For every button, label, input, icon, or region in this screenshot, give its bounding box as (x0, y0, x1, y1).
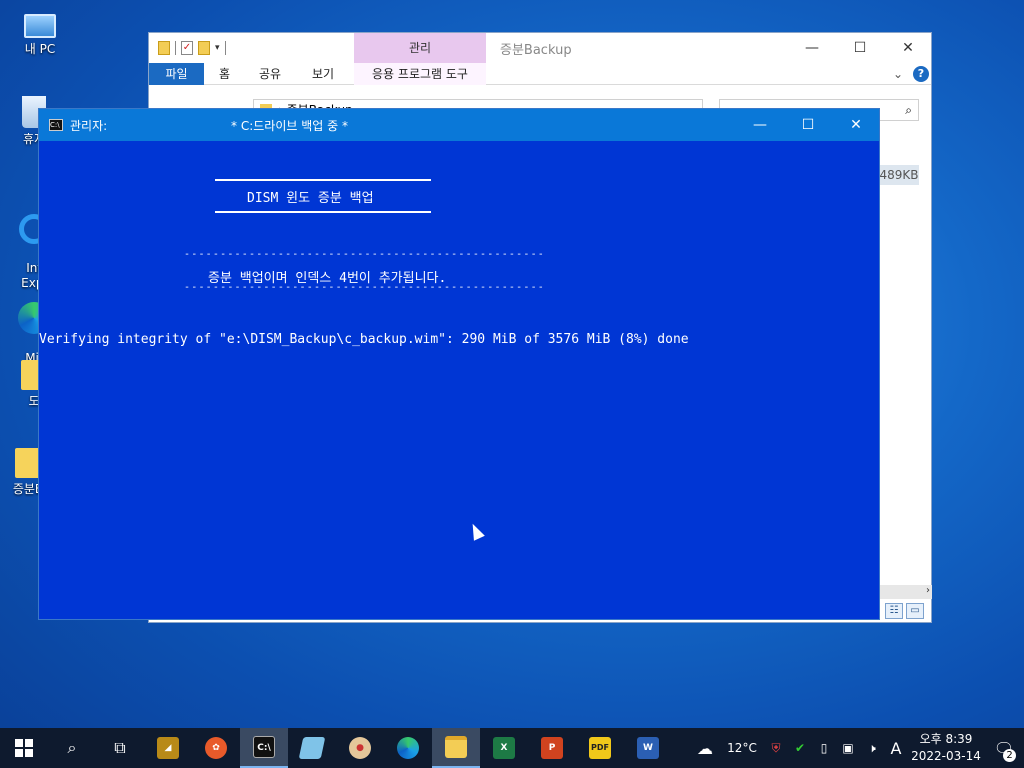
taskbar-file-explorer[interactable] (432, 728, 480, 768)
task-view-icon: ⧉ (114, 738, 126, 757)
separator (224, 41, 226, 55)
app-flower-icon: ✿ (205, 737, 227, 759)
console-heading: DISM 윈도 증분 백업 (247, 191, 374, 206)
excel-icon: X (493, 737, 515, 759)
taskbar-excel[interactable]: X (480, 728, 528, 768)
app-book-icon (298, 737, 326, 759)
taskbar-paint[interactable]: ● (336, 728, 384, 768)
large-icons-view-icon[interactable]: ▭ (906, 603, 924, 619)
ime-indicator[interactable]: A (884, 739, 908, 758)
tab-file[interactable]: 파일 (149, 63, 204, 85)
taskbar-edge[interactable] (384, 728, 432, 768)
dash-line-top: ----------------------------------------… (184, 249, 546, 260)
notification-center-button[interactable]: 🗨 2 (984, 739, 1024, 762)
scroll-right-icon[interactable]: › (926, 585, 930, 596)
clock-date: 2022-03-14 (911, 749, 981, 763)
cmd-icon: C:\ (253, 736, 275, 758)
pdf-icon: PDF (589, 737, 611, 759)
file-size-cell: 489KB (879, 165, 919, 185)
minimize-button[interactable]: — (789, 33, 835, 63)
tab-view[interactable]: 보기 (312, 63, 334, 85)
tab-share[interactable]: 공유 (259, 63, 281, 85)
defender-check-icon[interactable]: ✔ (788, 741, 812, 755)
view-mode-buttons: ☷ ▭ (885, 603, 924, 619)
weather-temperature[interactable]: 12°C (720, 741, 764, 755)
taskbar-powerpoint[interactable]: P (528, 728, 576, 768)
heading-top-rule (215, 179, 431, 181)
folder-icon (158, 41, 170, 55)
taskbar: ⌕ ⧉ ◢ ✿ C:\ ● X P PDF W ☁ 12°C ⛨ ✔ ▯ ▣ 🕨… (0, 728, 1024, 768)
windows-start-icon (15, 739, 33, 757)
console-titlebar[interactable]: C:\ 관리자: * C:드라이브 백업 중 * — ☐ ✕ (39, 109, 879, 141)
console-caption: * C:드라이브 백업 중 * (231, 119, 348, 133)
file-explorer-icon (445, 736, 467, 758)
tab-home[interactable]: 홈 (219, 63, 230, 85)
volume-muted-icon[interactable]: 🕨 (860, 741, 884, 756)
notification-count: 2 (1003, 748, 1016, 762)
computer-icon (24, 14, 56, 38)
network-icon[interactable]: ▣ (836, 741, 860, 755)
powerpoint-icon: P (541, 737, 563, 759)
ribbon-tabs: 파일 홈 공유 보기 응용 프로그램 도구 ⌄ ? (149, 63, 931, 85)
maximize-button[interactable]: ☐ (837, 33, 883, 63)
window-title: 증분Backup (500, 43, 572, 58)
context-tab-manage[interactable]: 관리 (354, 33, 486, 63)
security-shield-icon[interactable]: ⛨ (764, 741, 788, 756)
console-title-label: 관리자: (70, 119, 108, 133)
start-button[interactable] (0, 728, 48, 768)
details-view-icon[interactable]: ☷ (885, 603, 903, 619)
word-icon: W (637, 737, 659, 759)
taskbar-app-gold[interactable]: ◢ (144, 728, 192, 768)
new-folder-icon[interactable] (198, 41, 210, 55)
properties-icon[interactable]: ✓ (181, 41, 193, 55)
taskbar-pdf[interactable]: PDF (576, 728, 624, 768)
clock-time: 오후 8:39 (919, 732, 973, 746)
chevron-down-icon[interactable]: ▾ (215, 43, 220, 53)
taskbar-app-flower[interactable]: ✿ (192, 728, 240, 768)
expand-ribbon-chevron-icon[interactable]: ⌄ (893, 63, 903, 85)
task-view-button[interactable]: ⧉ (96, 728, 144, 768)
cmd-icon: C:\ (49, 119, 63, 131)
progress-line: Verifying integrity of "e:\DISM_Backup\c… (39, 332, 689, 347)
desktop-icon-label: 내 PC (24, 42, 56, 56)
app-gold-icon: ◢ (157, 737, 179, 759)
tab-application-tools[interactable]: 응용 프로그램 도구 (354, 63, 486, 85)
search-icon: ⌕ (905, 103, 912, 117)
weather-cloud-icon[interactable]: ☁ (690, 739, 720, 758)
separator (175, 41, 176, 55)
taskbar-word[interactable]: W (624, 728, 672, 768)
explorer-titlebar[interactable]: ✓ ▾ 관리 증분Backup — ☐ ✕ (149, 33, 931, 63)
clock[interactable]: 오후 8:39 2022-03-14 (908, 731, 984, 765)
search-icon: ⌕ (67, 738, 77, 757)
quick-access-toolbar: ✓ ▾ (158, 41, 226, 55)
desktop-icon-this-pc[interactable]: 내 PC (10, 8, 70, 57)
taskbar-cmd[interactable]: C:\ (240, 728, 288, 768)
usb-device-icon[interactable]: ▯ (812, 741, 836, 755)
paint-icon: ● (349, 737, 371, 759)
horizontal-scrollbar[interactable]: › (880, 585, 932, 599)
dash-line-bottom: ----------------------------------------… (184, 282, 546, 293)
help-icon[interactable]: ? (913, 66, 929, 82)
edge-icon (397, 737, 419, 759)
system-tray: ☁ 12°C ⛨ ✔ ▯ ▣ 🕨 A 오후 8:39 2022-03-14 🗨 … (690, 728, 1024, 768)
close-button[interactable]: ✕ (885, 33, 931, 63)
cmd-console-window[interactable]: C:\ 관리자: * C:드라이브 백업 중 * — ☐ ✕ DISM 윈도 증… (38, 108, 880, 620)
console-minimize-button[interactable]: — (737, 109, 783, 141)
heading-bottom-rule (215, 211, 431, 213)
search-button[interactable]: ⌕ (48, 728, 96, 768)
console-maximize-button[interactable]: ☐ (785, 109, 831, 141)
console-close-button[interactable]: ✕ (833, 109, 879, 141)
taskbar-app-book[interactable] (288, 728, 336, 768)
